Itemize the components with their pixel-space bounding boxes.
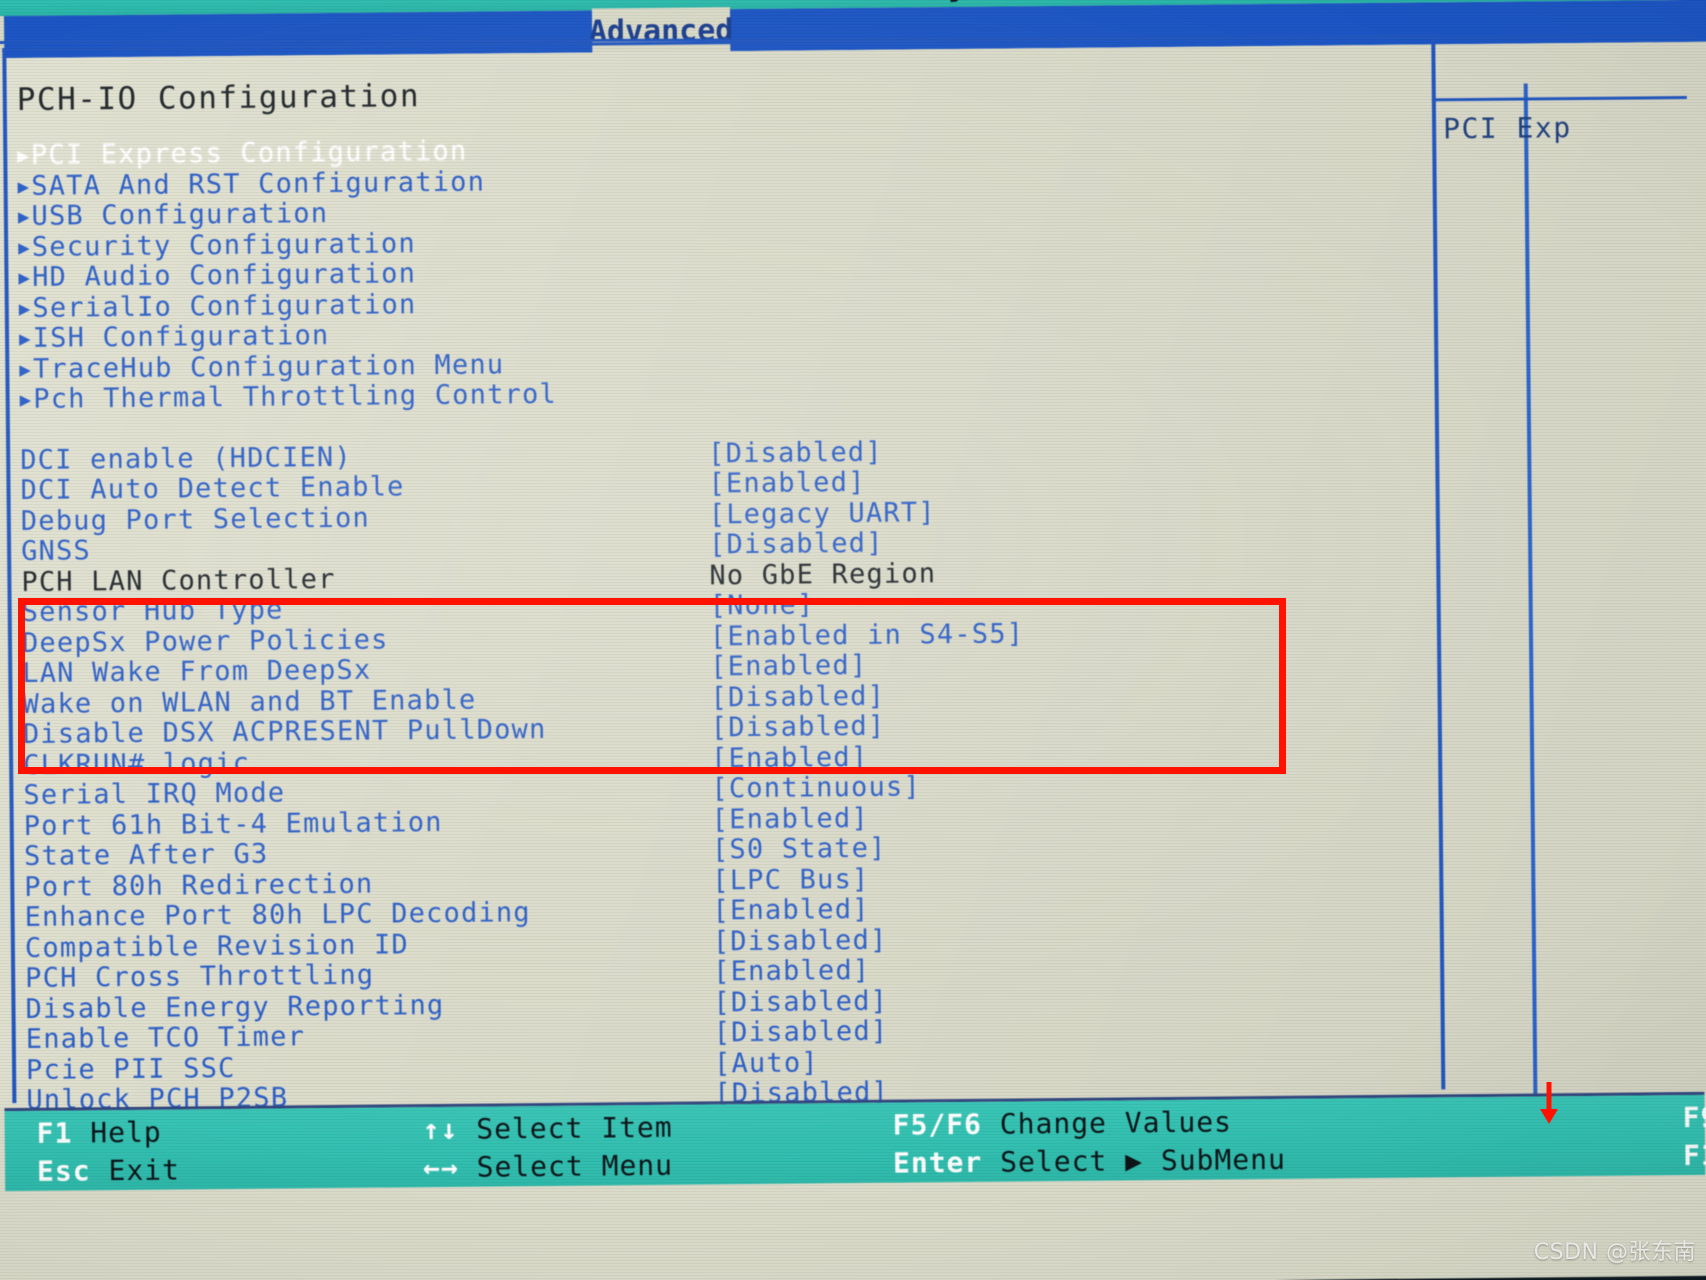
setting-label: Sensor Hub Type — [21, 594, 284, 628]
setting-value[interactable]: [Disabled] — [708, 436, 883, 469]
setting-value[interactable]: [Disabled] — [710, 680, 885, 713]
setting-label: CLKRUN# logic — [23, 747, 251, 781]
setting-value[interactable]: [Disabled] — [709, 528, 884, 561]
setting-label: State After G3 — [23, 838, 269, 872]
page-title: PCH-IO Configuration — [16, 78, 421, 119]
footer-hint: F1 Help — [37, 1116, 162, 1150]
setting-value[interactable]: [Enabled] — [708, 467, 865, 500]
bios-screen: InsydeH20 Setup Utility Advanced PCH-IO … — [0, 0, 1706, 1280]
setting-value[interactable]: [Enabled] — [713, 955, 870, 988]
setting-value[interactable]: [Enabled] — [710, 650, 867, 683]
footer-action-label: Change Values — [981, 1105, 1233, 1141]
setting-label: ISH Configuration — [19, 320, 330, 354]
setting-value[interactable]: [Enabled in S4-S5] — [710, 618, 1024, 652]
help-panel-text: PCI Exp — [1442, 111, 1572, 146]
footer-action-label: Exit — [90, 1153, 181, 1188]
setting-label: Port 80h Redirection — [24, 868, 374, 903]
setting-value[interactable]: [Disabled] — [711, 711, 886, 744]
setting-label: SATA And RST Configuration — [17, 166, 485, 201]
settings-list[interactable]: PCI Express ConfigurationSATA And RST Co… — [17, 127, 1426, 1116]
footer-hint: F5/F6 Change Values — [893, 1105, 1233, 1141]
setting-label: Port 61h Bit-4 Emulation — [23, 806, 443, 842]
setting-label: LAN Wake From DeepSx — [22, 654, 372, 689]
footer-hint: F9 — [1682, 1101, 1706, 1134]
footer-key: F10 — [1682, 1138, 1706, 1173]
footer-hint: Enter Select ▶ SubMenu — [893, 1143, 1286, 1180]
setting-value[interactable]: [S0 State] — [712, 833, 887, 866]
footer-hint: Esc Exit — [37, 1153, 180, 1187]
footer-key: F9 — [1682, 1100, 1706, 1135]
setting-label: Compatible Revision ID — [24, 928, 410, 964]
monitor-bezel — [0, 1275, 1706, 1280]
footer-key: F1 — [36, 1116, 73, 1150]
setting-label: Pcie PII SSC — [25, 1052, 236, 1086]
setting-readonly-value: No GbE Region — [709, 557, 937, 591]
setting-label: USB Configuration — [18, 198, 329, 232]
setting-label: DCI Auto Detect Enable — [20, 471, 405, 506]
setting-value[interactable]: [Auto] — [714, 1047, 819, 1079]
setting-value[interactable]: [Disabled] — [713, 924, 888, 957]
footer-action-label: Help — [72, 1115, 162, 1150]
setting-value[interactable]: [LPC Bus] — [712, 863, 869, 896]
setting-value[interactable]: [Enabled] — [712, 894, 869, 927]
footer-key: Esc — [36, 1154, 91, 1188]
screenshot-stage: InsydeH20 Setup Utility Advanced PCH-IO … — [0, 0, 1706, 1280]
setting-label: DCI enable (HDCIEN) — [20, 441, 353, 476]
setting-label: DeepSx Power Policies — [21, 623, 389, 659]
setting-label: Serial IRQ Mode — [23, 777, 286, 811]
setting-value[interactable]: [Enabled] — [712, 802, 869, 835]
footer-key: F5/F6 — [892, 1107, 983, 1142]
setting-value[interactable]: [Continuous] — [711, 771, 921, 804]
footer-hint: ←→ Select Menu — [423, 1149, 673, 1184]
setting-value[interactable]: [Legacy UART] — [709, 497, 936, 530]
setting-label: Security Configuration — [18, 228, 416, 263]
setting-label: PCI Express Configuration — [17, 136, 468, 171]
setting-label: Debug Port Selection — [20, 502, 371, 537]
annotation-down-arrow — [1536, 1082, 1562, 1130]
setting-label: GNSS — [20, 535, 92, 567]
footer-key: ↑↓ — [422, 1112, 459, 1147]
footer-key: ←→ — [422, 1150, 459, 1185]
setting-value[interactable]: [Disabled] — [713, 985, 888, 1018]
setting-label: PCH LAN Controller — [21, 563, 336, 598]
footer-action-label: Select Item — [458, 1110, 673, 1146]
setting-value[interactable]: [Disabled] — [714, 1016, 889, 1049]
setting-label: Wake on WLAN and BT Enable — [22, 684, 477, 720]
footer-hint: F10 — [1683, 1139, 1706, 1173]
setting-label: HD Audio Configuration — [18, 258, 416, 293]
watermark: CSDN @张东南 — [1533, 1240, 1696, 1265]
footer-action-label: Select ▶ SubMenu — [982, 1142, 1287, 1179]
footer-action-label: Select Menu — [458, 1148, 674, 1184]
footer-hint: ↑↓ Select Item — [423, 1111, 673, 1146]
setting-label: Enable TCO Timer — [25, 1021, 306, 1055]
setting-value[interactable]: [None] — [710, 589, 815, 621]
setting-label: Disable Energy Reporting — [25, 989, 445, 1025]
setting-label: SerialIo Configuration — [19, 289, 417, 324]
footer-key: Enter — [892, 1145, 983, 1180]
footer-help-bar: F1 Help Esc Exit ↑↓ Select Item ←→ Select M… — [4, 1094, 1706, 1192]
setting-label: PCH Cross Throttling — [25, 959, 375, 994]
setting-value[interactable]: [Enabled] — [711, 741, 868, 774]
